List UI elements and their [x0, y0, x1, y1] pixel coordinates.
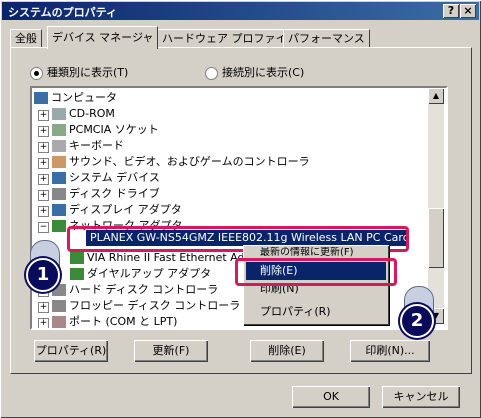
expand-icon[interactable]: +	[38, 206, 49, 217]
radio-dot-selected	[30, 66, 43, 80]
system-icon	[52, 172, 66, 184]
tree-item-label: ディスプレイ アダプタ	[69, 203, 182, 216]
radio-by-type[interactable]: 種類別に表示(T)	[30, 66, 128, 80]
tree-item-label: CD-ROM	[69, 107, 115, 120]
tree-item-label: VIA Rhine II Fast Ethernet Ad	[87, 251, 245, 264]
properties-button[interactable]: プロパティ(R)	[34, 340, 108, 362]
tree-item-label: ポート (COM と LPT)	[69, 315, 178, 328]
tree-item-floppy[interactable]: フロッピー ディスク コントローラ	[52, 298, 240, 314]
tree-item-label: フロッピー ディスク コントローラ	[69, 299, 241, 312]
tree-item-computer[interactable]: コンピュータ	[34, 90, 117, 106]
tree-item-pcmcia[interactable]: PCMCIA ソケット	[52, 122, 159, 138]
menu-item-properties[interactable]: プロパティ(R)	[246, 303, 386, 321]
tab-hardware-profiles[interactable]: ハードウェア プロファイル	[157, 29, 303, 48]
ok-button[interactable]: OK	[292, 386, 370, 408]
disk-icon	[52, 188, 66, 200]
sound-icon	[52, 156, 66, 168]
network-card-icon	[70, 252, 84, 264]
collapse-icon[interactable]: −	[38, 222, 49, 233]
highlight-delete-menu	[235, 258, 397, 286]
computer-icon	[34, 92, 48, 104]
tree-item-label: ディスク ドライブ	[69, 187, 160, 200]
radio-dot	[205, 66, 218, 80]
delete-button[interactable]: 削除(E)	[250, 340, 324, 362]
tree-item-label: キーボード	[69, 139, 124, 152]
tree-item-system[interactable]: システム デバイス	[52, 170, 160, 186]
radio-by-type-label: 種類別に表示(T)	[47, 66, 129, 79]
tree-item-label: ハード ディスク コントローラ	[69, 283, 219, 296]
expand-icon[interactable]: +	[38, 142, 49, 153]
keyboard-icon	[52, 140, 66, 152]
dialup-icon	[70, 268, 84, 280]
tree-item-display[interactable]: ディスプレイ アダプタ	[52, 202, 182, 218]
tree-item-hdd-controller[interactable]: ハード ディスク コントローラ	[52, 282, 218, 298]
tree-item-label: システム デバイス	[69, 171, 160, 184]
tree-item-label: ダイヤルアップ アダプタ	[87, 267, 212, 280]
help-button[interactable]: ?	[443, 4, 459, 18]
tree-item-sound[interactable]: サウンド、ビデオ、およびゲームのコントローラ	[52, 154, 310, 170]
tree-item-disk[interactable]: ディスク ドライブ	[52, 186, 160, 202]
expand-icon[interactable]: +	[38, 110, 49, 121]
close-button[interactable]: ×	[460, 4, 476, 18]
step-badge-2: 2	[400, 304, 434, 338]
expand-icon[interactable]: +	[38, 174, 49, 185]
scroll-up-icon[interactable]: ▲	[428, 88, 444, 104]
network-icon	[52, 220, 66, 232]
tree-item-label: PCMCIA ソケット	[69, 123, 159, 136]
pcmcia-icon	[52, 124, 66, 136]
tree-item-label: コンピュータ	[51, 91, 117, 104]
print-button[interactable]: 印刷(N)...	[350, 340, 430, 362]
expand-icon[interactable]: +	[38, 302, 49, 313]
expand-icon[interactable]: +	[38, 190, 49, 201]
expand-icon[interactable]: +	[38, 126, 49, 137]
tree-scrollbar[interactable]: ▲ ▼	[428, 88, 444, 324]
radio-by-connection-label: 接続別に表示(C)	[222, 66, 305, 79]
tree-item-dialup[interactable]: ダイヤルアップ アダプタ	[70, 266, 211, 282]
floppy-icon	[52, 300, 66, 312]
tree-item-keyboard[interactable]: キーボード	[52, 138, 124, 154]
tree-item-ports[interactable]: ポート (COM と LPT)	[52, 314, 178, 328]
expand-icon[interactable]: +	[38, 318, 49, 328]
tab-performance[interactable]: パフォーマンス	[283, 29, 370, 48]
scroll-thumb[interactable]	[428, 208, 444, 268]
cancel-button[interactable]: キャンセル	[382, 386, 460, 408]
expand-icon[interactable]: +	[38, 158, 49, 169]
step-badge-1: 1	[26, 258, 60, 292]
tree-item-via[interactable]: VIA Rhine II Fast Ethernet Ad	[70, 250, 244, 266]
refresh-button[interactable]: 更新(F)	[134, 340, 208, 362]
cdrom-icon	[52, 108, 66, 120]
title-bar: システムのプロパティ ? ×	[2, 2, 479, 20]
radio-by-connection[interactable]: 接続別に表示(C)	[205, 66, 304, 80]
window-title: システムのプロパティ	[8, 6, 118, 19]
tab-general[interactable]: 全般	[10, 29, 42, 48]
tab-device-manager[interactable]: デバイス マネージャ	[47, 26, 159, 49]
port-icon	[52, 316, 66, 328]
tree-item-cdrom[interactable]: CD-ROM	[52, 106, 115, 122]
display-icon	[52, 204, 66, 216]
tree-item-label: サウンド、ビデオ、およびゲームのコントローラ	[69, 155, 310, 168]
system-properties-window: システムのプロパティ ? × 全般 デバイス マネージャ ハードウェア プロファ…	[0, 0, 481, 418]
